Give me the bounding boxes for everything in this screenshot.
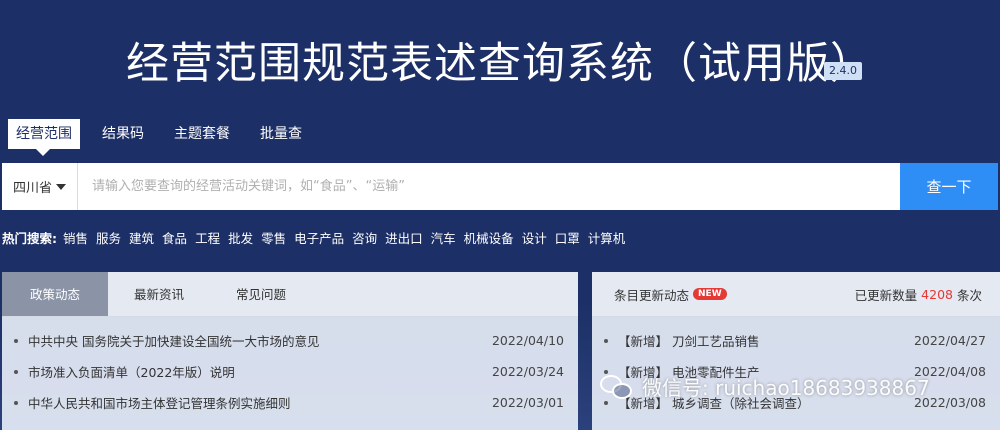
- region-label: 四川省: [12, 181, 52, 196]
- hot-search-label: 热门搜索:: [2, 231, 57, 246]
- tab-policy-news[interactable]: 政策动态: [2, 272, 108, 316]
- updates-header: 条目更新动态 NEW 已更新数量 4208 条次: [592, 272, 1000, 317]
- list-item[interactable]: 中华人民共和国市场主体登记管理条例实施细则 2022/03/01: [2, 387, 578, 418]
- hot-search-item[interactable]: 设计: [522, 228, 547, 247]
- hot-search-item[interactable]: 计算机: [588, 228, 626, 247]
- bullet-icon: [14, 338, 18, 343]
- hot-search-item[interactable]: 口罩: [555, 228, 580, 247]
- region-select[interactable]: 四川省: [2, 163, 78, 210]
- list-item-title: 中华人民共和国市场主体登记管理条例实施细则: [28, 396, 291, 411]
- hot-search-item[interactable]: 汽车: [431, 228, 456, 247]
- list-item-date: 2022/03/01: [491, 395, 564, 410]
- list-item[interactable]: 市场准入负面清单（2022年版）说明 2022/03/24: [2, 356, 578, 387]
- search-input[interactable]: [78, 163, 900, 210]
- tab-batch-query[interactable]: 批量查: [260, 119, 302, 149]
- wechat-watermark: 微信号: ruichao18683938867: [600, 372, 930, 401]
- watermark-text: 微信号: ruichao18683938867: [642, 376, 930, 400]
- list-item[interactable]: 【新增】 刀剑工艺品销售 2022/04/27: [592, 325, 1000, 356]
- updates-title: 条目更新动态: [614, 287, 690, 303]
- search-button[interactable]: 查一下: [900, 163, 998, 210]
- hot-search-item[interactable]: 服务: [96, 228, 121, 247]
- hot-search-item[interactable]: 食品: [162, 228, 187, 247]
- list-item[interactable]: 中共中央 国务院关于加快建设全国统一大市场的意见 2022/04/10: [2, 325, 578, 356]
- search-mode-tabs: 经营范围 结果码 主题套餐 批量查: [8, 118, 332, 156]
- list-item-title: 中共中央 国务院关于加快建设全国统一大市场的意见: [28, 334, 320, 349]
- bullet-icon: [14, 400, 18, 405]
- list-item-title: 【新增】 刀剑工艺品销售: [618, 334, 760, 349]
- list-item-date: 2022/04/10: [491, 333, 564, 348]
- tab-faq[interactable]: 常见问题: [210, 272, 312, 316]
- list-item-date: 2022/04/27: [913, 333, 986, 348]
- update-count-unit: 条次: [956, 287, 982, 303]
- policy-panel-tabs: 政策动态 最新资讯 常见问题: [2, 272, 578, 317]
- tab-business-scope[interactable]: 经营范围: [8, 119, 80, 156]
- updates-list: 【新增】 刀剑工艺品销售 2022/04/27 【新增】 电池零配件生产 202…: [592, 317, 1000, 418]
- tab-theme-package[interactable]: 主题套餐: [174, 119, 230, 149]
- tab-latest-info[interactable]: 最新资讯: [108, 272, 210, 316]
- updates-panel: 条目更新动态 NEW 已更新数量 4208 条次 【新增】 刀剑工艺品销售 20…: [592, 272, 1000, 430]
- hot-search-item[interactable]: 销售: [63, 228, 88, 247]
- hot-search-item[interactable]: 咨询: [352, 228, 377, 247]
- policy-panel: 政策动态 最新资讯 常见问题 中共中央 国务院关于加快建设全国统一大市场的意见 …: [2, 272, 578, 430]
- new-badge: NEW: [693, 288, 727, 300]
- tab-result-code[interactable]: 结果码: [102, 119, 144, 149]
- hot-search-item[interactable]: 进出口: [385, 228, 423, 247]
- hot-search-item[interactable]: 电子产品: [294, 228, 344, 247]
- update-count: 4208: [921, 286, 953, 302]
- bullet-icon: [604, 338, 608, 343]
- hot-search-item[interactable]: 零售: [261, 228, 286, 247]
- caret-down-icon: [56, 183, 66, 190]
- bullet-icon: [14, 369, 18, 374]
- bullet-icon: [604, 400, 608, 405]
- hot-search-item[interactable]: 工程: [195, 228, 220, 247]
- list-item-title: 市场准入负面清单（2022年版）说明: [28, 365, 235, 380]
- search-bar: 四川省 查一下: [2, 163, 998, 210]
- hot-search-item[interactable]: 建筑: [129, 228, 154, 247]
- hot-search: 热门搜索: 销售 服务 建筑 食品 工程 批发 零售 电子产品 咨询 进出口 汽…: [2, 228, 633, 247]
- wechat-icon: [600, 373, 634, 401]
- hot-search-item[interactable]: 机械设备: [464, 228, 514, 247]
- hot-search-item[interactable]: 批发: [228, 228, 253, 247]
- list-item-date: 2022/03/24: [491, 364, 564, 379]
- policy-list: 中共中央 国务院关于加快建设全国统一大市场的意见 2022/04/10 市场准入…: [2, 317, 578, 418]
- update-count-label: 已更新数量: [854, 287, 918, 303]
- page-title: 经营范围规范表述查询系统（试用版）: [126, 39, 874, 89]
- version-badge: 2.4.0: [824, 62, 862, 80]
